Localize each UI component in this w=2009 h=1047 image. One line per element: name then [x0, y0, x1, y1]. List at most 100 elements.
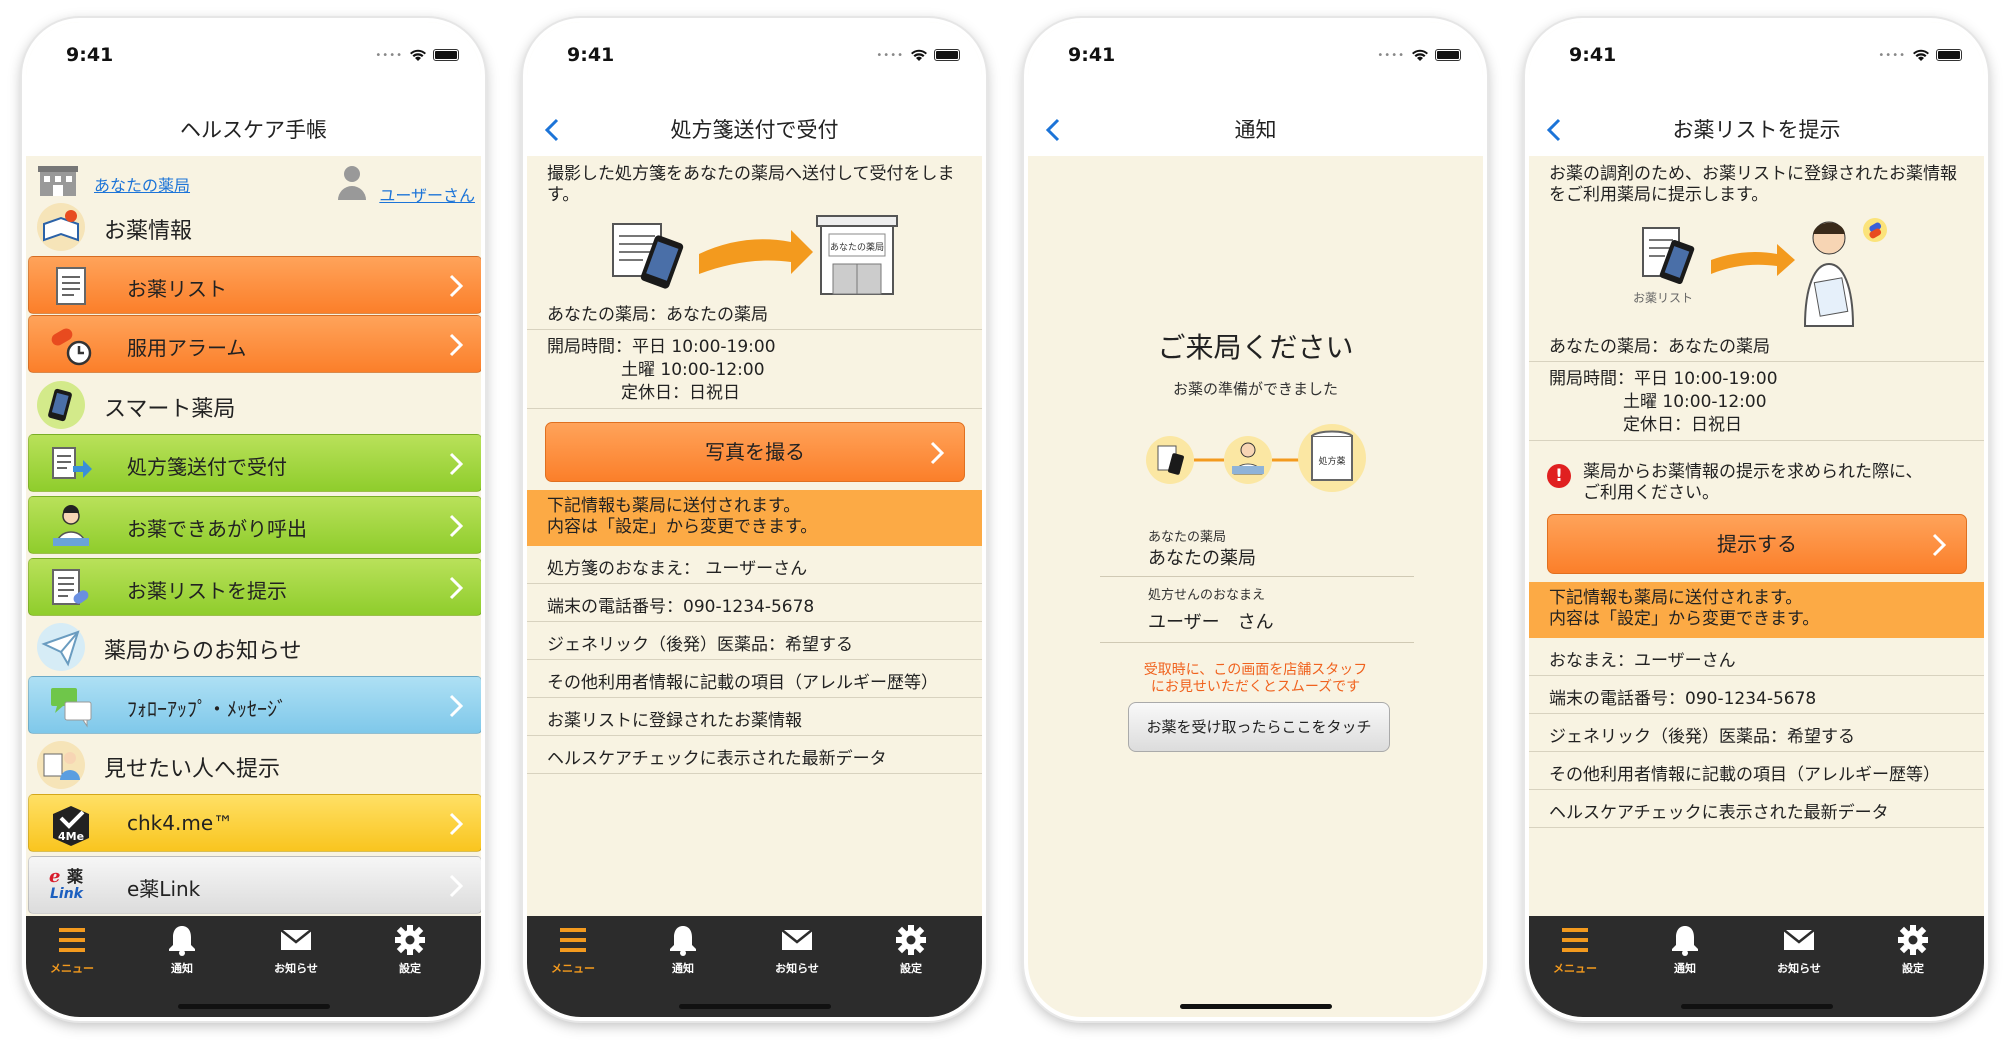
wifi-icon: [1412, 49, 1428, 61]
signal-icon: ••••: [876, 49, 904, 61]
chevron-right-icon: [449, 514, 463, 538]
received-touch-button[interactable]: お薬を受け取ったらここをタッチ: [1128, 702, 1390, 752]
info-row: その他利用者情報に記載の項目（アレルギー歴等）: [1529, 752, 1984, 790]
info-text: おなまえ：ユーザーさん: [1549, 651, 1736, 671]
tab-notifications[interactable]: 通知: [637, 924, 729, 976]
follow-up-message-button[interactable]: ﾌｫﾛｰｱｯﾌﾟ・ﾒｯｾｰｼﾞ: [28, 676, 481, 734]
medicine-ready-call-button[interactable]: お薬できあがり呼出: [28, 496, 481, 554]
info-text: その他利用者情報に記載の項目（アレルギー歴等）: [1549, 765, 1940, 785]
battery-icon: [934, 49, 960, 61]
pharmacy-value: あなたの薬局: [1148, 548, 1256, 569]
chevron-right-icon: [449, 333, 463, 357]
section-smart-pharmacy: スマート薬局: [26, 376, 481, 434]
mail-icon: [781, 929, 813, 950]
tab-settings[interactable]: 設定: [865, 924, 957, 976]
e-kusuri-link-button[interactable]: e 薬 Link e薬Link: [28, 856, 481, 914]
notice-line: にお見せいただくとスムーズです: [1150, 679, 1361, 695]
page-title: お薬リストを提示: [1672, 118, 1841, 142]
tab-news[interactable]: お知らせ: [1753, 924, 1845, 976]
tab-bar: メニュー 通知 お知らせ 設定: [1529, 916, 1984, 1017]
tab-label: メニュー: [50, 962, 94, 975]
menu-label: お薬できあがり呼出: [127, 517, 307, 541]
pharmacy-text: あなたの薬局：あなたの薬局: [547, 305, 768, 325]
take-photo-button[interactable]: 写真を撮る: [545, 422, 965, 482]
present-button[interactable]: 提示する: [1547, 514, 1967, 574]
phone-send-prescription-screen: 9:41 •••• 処方箋送付で受付 撮影した処方箋をあなたの薬局へ送付して受付…: [523, 18, 986, 1021]
tab-label: 設定: [399, 962, 421, 975]
info-text: 処方箋のおなまえ： ユーザーさん: [547, 559, 808, 579]
battery-icon: [433, 49, 459, 61]
chevron-right-icon: [449, 694, 463, 718]
chat-bubbles-icon: [51, 688, 92, 728]
tab-settings[interactable]: 設定: [364, 924, 456, 976]
gear-icon: [395, 925, 425, 955]
tab-notifications[interactable]: 通知: [136, 924, 228, 976]
dose-alarm-button[interactable]: 服用アラーム: [28, 315, 481, 373]
tab-news[interactable]: お知らせ: [250, 924, 342, 976]
page-title: 通知: [1234, 118, 1277, 142]
bag-label-text: 処方薬: [1318, 455, 1345, 467]
tab-menu[interactable]: メニュー: [26, 924, 118, 976]
signal-icon: ••••: [375, 49, 403, 61]
pharmacy-link[interactable]: あなたの薬局: [94, 172, 190, 196]
gear-icon: [1898, 925, 1928, 955]
tab-label: 通知: [171, 962, 193, 975]
back-chevron-icon[interactable]: [1543, 118, 1567, 142]
chevron-right-icon: [930, 441, 944, 465]
tab-label: 設定: [1902, 962, 1924, 975]
pharmacy-label: あなたの薬局: [1148, 530, 1227, 545]
send-document-icon: [52, 447, 92, 479]
chevron-right-icon: [449, 812, 463, 836]
medicine-list-button[interactable]: お薬リスト: [28, 256, 481, 314]
svg-text:薬: 薬: [66, 867, 84, 886]
section-title: スマート薬局: [104, 397, 236, 422]
svg-text:4Me: 4Me: [58, 830, 84, 843]
notice-banner: 下記情報も薬局に送付されます。 内容は「設定」から変更できます。: [527, 490, 982, 546]
tab-settings[interactable]: 設定: [1867, 924, 1959, 976]
notice-line: 内容は「設定」から変更できます。: [1549, 609, 1820, 629]
send-prescription-button[interactable]: 処方箋送付で受付: [28, 434, 481, 492]
menu-label: お薬リスト: [127, 277, 227, 301]
menu-label: ﾌｫﾛｰｱｯﾌﾟ・ﾒｯｾｰｼﾞ: [127, 697, 287, 721]
tab-news[interactable]: お知らせ: [751, 924, 843, 976]
section-show-to-person: 見せたい人へ提示: [26, 736, 481, 794]
medicine-list-to-pharmacist-illustration: お薬リスト: [1633, 218, 1887, 327]
hours-line: 土曜 10:00-12:00: [621, 360, 765, 380]
tab-menu[interactable]: メニュー: [527, 924, 619, 976]
show-medicine-list-button[interactable]: お薬リストを提示: [28, 558, 481, 616]
status-time: 9:41: [66, 44, 114, 66]
paper-plane-icon: [37, 623, 85, 671]
opening-hours: 開局時間：平日 10:00-19:00 土曜 10:00-12:00 定休日：日…: [1549, 368, 1778, 437]
divider: [1529, 440, 1984, 441]
section-title: 薬局からのお知らせ: [104, 639, 302, 664]
status-bar: 9:41 ••••: [527, 22, 982, 104]
menu-body: あなたの薬局 ユーザーさん お薬情報 お薬リスト 服用アラーム スマート薬局 処…: [26, 156, 481, 918]
home-indicator: [678, 1004, 831, 1009]
show-staff-notice: 受取時に、この画面を店舗スタッフ にお見せいただくとスムーズです: [1028, 662, 1483, 696]
pickup-flow-illustration: 処方薬: [1146, 424, 1366, 492]
warning-line: 薬局からお薬情報の提示を求められた際に、: [1583, 462, 1923, 482]
notice-line: 下記情報も薬局に送付されます。: [1549, 588, 1803, 608]
pharmacist-icon: [53, 505, 89, 546]
wifi-icon: [1913, 49, 1929, 61]
person-document-icon: [37, 741, 85, 789]
battery-icon: [1936, 49, 1962, 61]
page-title: 処方箋送付で受付: [670, 118, 839, 142]
back-chevron-icon[interactable]: [1042, 118, 1066, 142]
back-chevron-icon[interactable]: [541, 118, 565, 142]
chevron-right-icon: [449, 452, 463, 476]
divider: [527, 408, 982, 409]
menu-label: お薬リストを提示: [127, 579, 287, 603]
notification-body: ご来局ください お薬の準備ができました 処方薬 あなたの薬局 あなたの薬局 処方…: [1028, 156, 1483, 1017]
prescription-to-pharmacy-illustration: あなたの薬局: [612, 215, 898, 295]
navbar: ヘルスケア手帳: [26, 104, 481, 156]
menu-icon: [560, 928, 586, 952]
chk4me-button[interactable]: 4Me chk4.me™: [28, 794, 481, 852]
info-text: その他利用者情報に記載の項目（アレルギー歴等）: [547, 673, 938, 693]
pharmacy-text: あなたの薬局：あなたの薬局: [1549, 337, 1770, 357]
illustration-caption-text: お薬リスト: [1633, 291, 1693, 305]
status-bar: 9:41 ••••: [26, 22, 481, 104]
tab-menu[interactable]: メニュー: [1529, 924, 1621, 976]
tab-label: 通知: [1674, 962, 1696, 975]
tab-notifications[interactable]: 通知: [1639, 924, 1731, 976]
